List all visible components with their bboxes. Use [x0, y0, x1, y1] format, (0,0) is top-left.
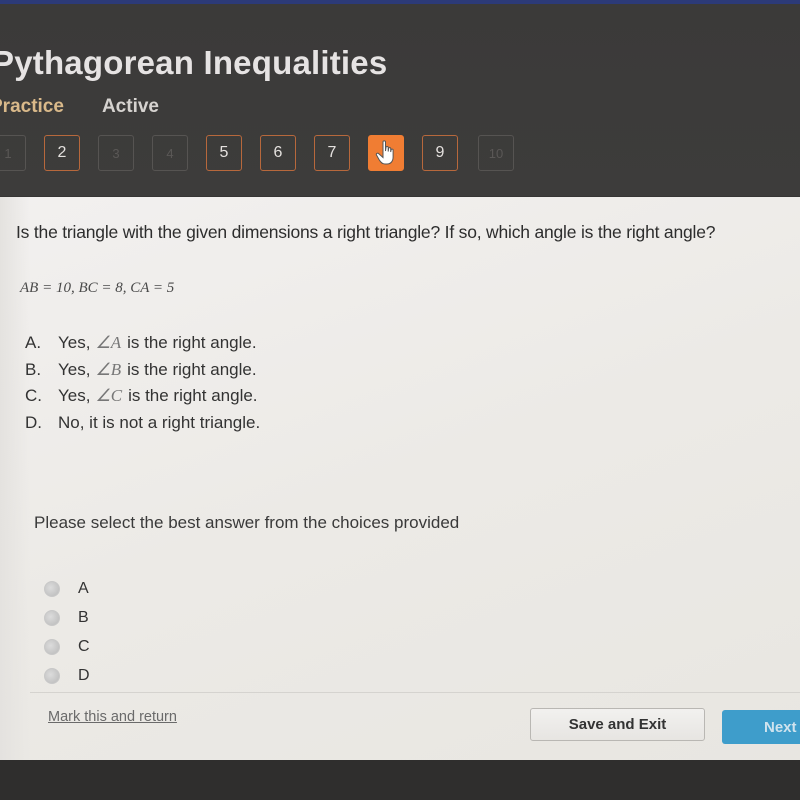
- question-nav-9[interactable]: 9: [422, 135, 458, 171]
- choice-letter: B.: [25, 359, 42, 379]
- question-nav-7[interactable]: 7: [314, 135, 350, 171]
- browser-edge: [0, 0, 800, 4]
- choice-letter: A.: [25, 333, 42, 353]
- question-nav-2[interactable]: 2: [44, 135, 80, 171]
- given-dimensions: AB = 10, BC = 8, CA = 5: [20, 280, 175, 296]
- screen-bezel: [0, 760, 800, 800]
- radio-option-b[interactable]: B: [44, 603, 90, 632]
- question-panel: Is the triangle with the given dimension…: [0, 197, 800, 777]
- choice-letter: D.: [25, 412, 42, 432]
- radio-button[interactable]: [44, 609, 60, 626]
- radio-button[interactable]: [44, 667, 60, 684]
- hand-pointer-icon: [375, 140, 394, 165]
- status-active: Active: [101, 96, 159, 117]
- question-nav-6[interactable]: 6: [260, 135, 296, 171]
- save-and-exit-button[interactable]: Save and Exit: [530, 708, 705, 741]
- radio-option-a[interactable]: A: [44, 574, 90, 603]
- choice-a: A. Yes, ∠A is the right angle.: [25, 333, 257, 353]
- page-title: Pythagorean Inequalities: [0, 44, 388, 81]
- choice-letter: C.: [25, 386, 42, 406]
- question-text: Is the triangle with the given dimension…: [16, 222, 716, 242]
- radio-button[interactable]: [44, 638, 60, 655]
- question-nav-5[interactable]: 5: [206, 135, 242, 171]
- mark-and-return-link[interactable]: Mark this and return: [48, 709, 177, 725]
- radio-option-d[interactable]: D: [44, 661, 90, 690]
- tab-practice[interactable]: Practice: [0, 96, 64, 118]
- question-nav-10[interactable]: 10: [478, 135, 514, 171]
- angle-label: ∠B: [95, 359, 122, 379]
- radio-button[interactable]: [44, 580, 60, 597]
- angle-label: ∠C: [95, 386, 123, 406]
- radio-option-c[interactable]: C: [44, 632, 90, 661]
- section-tabs: Practice Active: [0, 96, 159, 118]
- choice-b: B. Yes, ∠B is the right angle.: [25, 359, 257, 379]
- answer-radio-group: A B C D: [44, 574, 90, 690]
- footer-divider: [30, 692, 800, 693]
- angle-label: ∠A: [95, 333, 122, 353]
- question-nav-1[interactable]: 1: [0, 135, 26, 171]
- question-nav-8-current[interactable]: [368, 135, 404, 171]
- choice-c: C. Yes, ∠C is the right angle.: [25, 386, 258, 406]
- question-nav-3[interactable]: 3: [98, 135, 134, 171]
- answer-prompt: Please select the best answer from the c…: [34, 513, 460, 532]
- choice-d: D. No, it is not a right triangle.: [25, 412, 261, 432]
- answer-choices-list: A. Yes, ∠A is the right angle. B. Yes, ∠…: [25, 330, 260, 436]
- question-nav-4[interactable]: 4: [152, 135, 188, 171]
- next-button[interactable]: Next: [722, 710, 800, 744]
